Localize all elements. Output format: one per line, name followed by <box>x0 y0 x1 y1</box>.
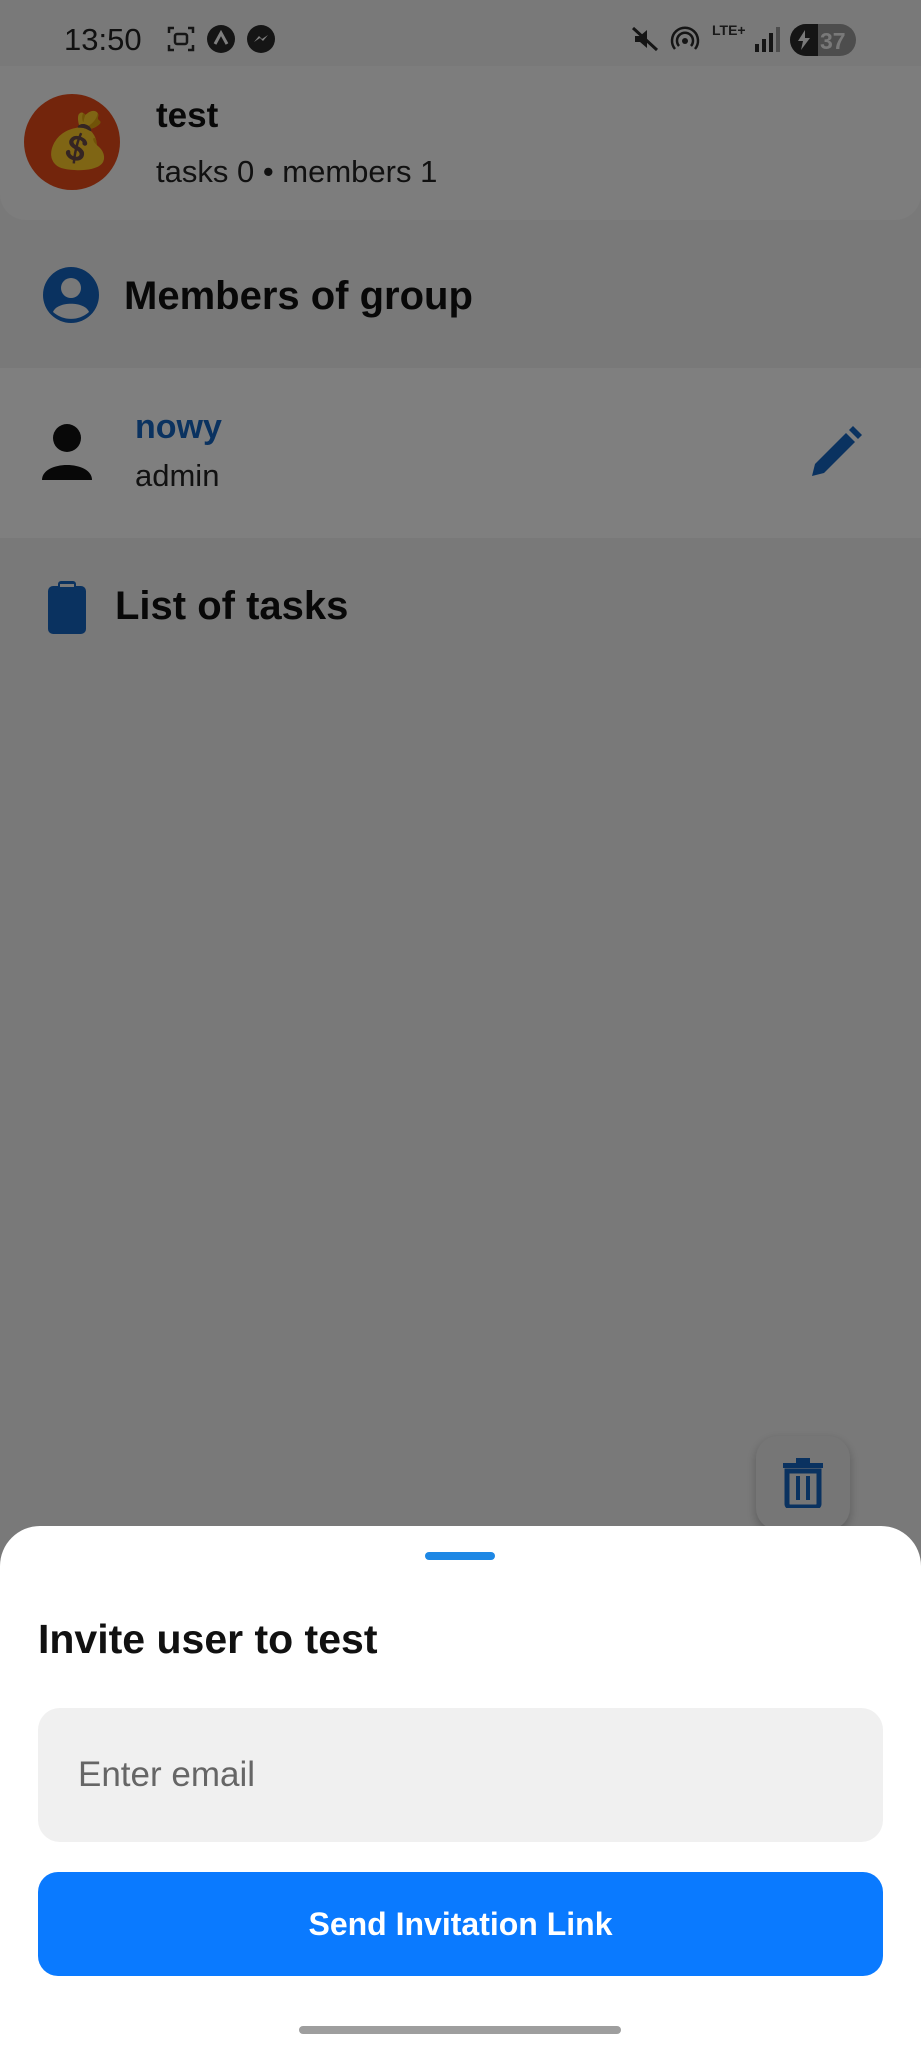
sheet-drag-handle[interactable] <box>425 1552 495 1560</box>
home-indicator[interactable] <box>299 2026 621 2034</box>
invite-sheet-title: Invite user to test <box>38 1616 378 1662</box>
invite-bottom-sheet: Invite user to test Send Invitation Link <box>0 1526 921 2048</box>
app-screen: 13:50 LTE+ <box>0 0 921 2048</box>
email-input[interactable] <box>38 1708 883 1842</box>
send-invitation-button[interactable]: Send Invitation Link <box>38 1872 883 1976</box>
